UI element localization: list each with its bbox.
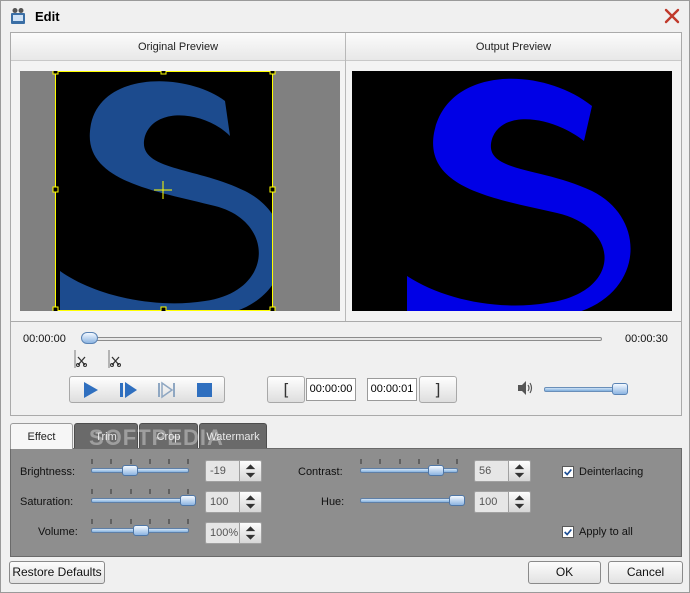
preview-area: Original Preview Output Preview xyxy=(10,32,682,322)
apply-to-all-label: Apply to all xyxy=(579,526,633,538)
saturation-slider-knob[interactable] xyxy=(180,495,196,506)
set-start-button[interactable]: [ xyxy=(267,376,305,403)
contrast-value: 56 xyxy=(479,465,492,477)
spin-arrows-icon[interactable] xyxy=(508,461,530,481)
tab-watermark[interactable]: Watermark xyxy=(199,423,267,449)
restore-defaults-button[interactable]: Restore Defaults xyxy=(9,561,105,584)
end-marker-icon[interactable] xyxy=(108,350,122,368)
deinterlacing-label: Deinterlacing xyxy=(579,466,644,478)
playback-controls: 00:00:00 00:00:30 [00:00:00 00:00:01] xyxy=(10,322,682,416)
crop-frame[interactable] xyxy=(20,71,340,311)
output-logo-image xyxy=(407,78,631,311)
brightness-label: Brightness: xyxy=(20,466,76,478)
saturation-track[interactable] xyxy=(91,498,189,503)
original-preview-header: Original Preview xyxy=(11,33,346,61)
hue-slider-knob[interactable] xyxy=(449,495,465,506)
cancel-button[interactable]: Cancel xyxy=(608,561,683,584)
saturation-label: Saturation: xyxy=(20,496,74,508)
skip-end-icon[interactable] xyxy=(155,380,179,400)
saturation-ticks xyxy=(91,489,189,494)
app-icon xyxy=(11,8,25,24)
hue-label: Hue: xyxy=(321,496,345,508)
deinterlacing-checkbox[interactable] xyxy=(562,466,574,478)
brightness-value: -19 xyxy=(210,465,226,477)
original-preview xyxy=(20,71,340,311)
hue-track[interactable] xyxy=(360,498,458,503)
speaker-icon[interactable] xyxy=(516,380,534,396)
volume-slider-knob[interactable] xyxy=(612,383,628,395)
total-time: 00:00:30 xyxy=(625,333,668,345)
hue-value: 100 xyxy=(479,496,498,508)
seek-slider-knob[interactable] xyxy=(81,332,98,344)
output-preview-header: Output Preview xyxy=(346,33,681,61)
volume-spinbox[interactable]: 100% xyxy=(205,522,262,544)
spin-arrows-icon[interactable] xyxy=(239,461,261,481)
brightness-track[interactable] xyxy=(91,468,189,473)
title-bar: Edit xyxy=(1,1,689,31)
tab-crop[interactable]: Crop xyxy=(139,423,198,449)
hue-spinbox[interactable]: 100 xyxy=(474,491,531,513)
spin-arrows-icon[interactable] xyxy=(239,523,261,543)
window-title: Edit xyxy=(35,9,60,24)
spin-arrows-icon[interactable] xyxy=(239,492,261,512)
close-icon[interactable] xyxy=(663,7,681,25)
tab-effect[interactable]: Effect xyxy=(10,423,73,449)
end-time-field[interactable]: 00:00:01 xyxy=(367,378,417,401)
edit-dialog: Edit Original Preview Output Preview 00:… xyxy=(0,0,690,593)
set-end-button[interactable]: ] xyxy=(419,376,457,403)
volume-ticks xyxy=(91,519,189,524)
contrast-slider-knob[interactable] xyxy=(428,465,444,476)
tab-trim[interactable]: Trim xyxy=(74,423,138,449)
ok-button[interactable]: OK xyxy=(528,561,601,584)
effect-volume-slider-knob[interactable] xyxy=(133,525,149,536)
start-marker-icon[interactable] xyxy=(74,350,88,368)
volume-value: 100% xyxy=(210,527,239,539)
spin-arrows-icon[interactable] xyxy=(508,492,530,512)
output-preview xyxy=(352,71,672,311)
brightness-slider-knob[interactable] xyxy=(122,465,138,476)
effect-panel: Brightness: -19 Saturation: 100 Volume: … xyxy=(10,448,682,557)
volume-label: Volume: xyxy=(38,526,78,538)
pane-divider xyxy=(345,33,346,321)
start-time-field[interactable]: 00:00:00 xyxy=(306,378,356,401)
current-time: 00:00:00 xyxy=(23,333,66,345)
contrast-ticks xyxy=(360,459,458,464)
brightness-spinbox[interactable]: -19 xyxy=(205,460,262,482)
saturation-spinbox[interactable]: 100 xyxy=(205,491,262,513)
playback-button-group xyxy=(69,376,225,403)
saturation-value: 100 xyxy=(210,496,229,508)
next-frame-icon[interactable] xyxy=(116,380,140,400)
play-icon[interactable] xyxy=(78,380,102,400)
seek-track[interactable] xyxy=(88,337,602,341)
brightness-ticks xyxy=(91,459,189,464)
stop-icon[interactable] xyxy=(192,380,216,400)
contrast-label: Contrast: xyxy=(298,466,343,478)
apply-to-all-checkbox[interactable] xyxy=(562,526,574,538)
contrast-spinbox[interactable]: 56 xyxy=(474,460,531,482)
